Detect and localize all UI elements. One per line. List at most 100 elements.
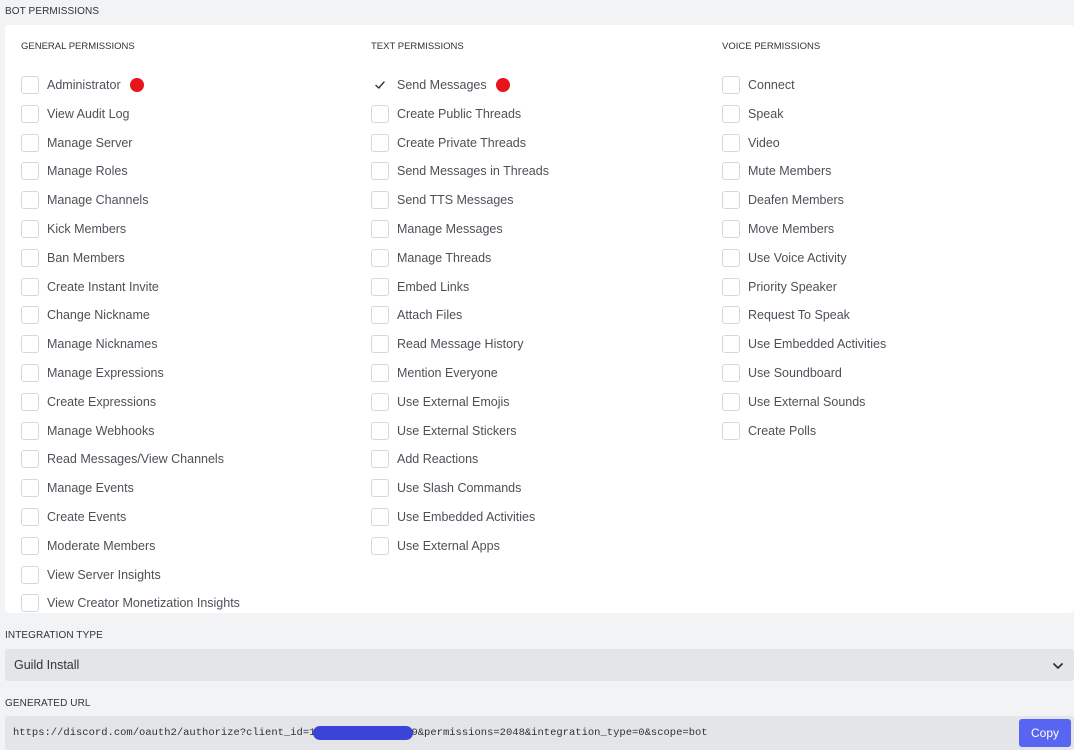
permission-row[interactable]: Manage Threads: [371, 248, 491, 268]
checkbox[interactable]: [21, 450, 39, 469]
permission-row[interactable]: Manage Channels: [21, 190, 148, 210]
checkbox[interactable]: [371, 450, 389, 469]
checkbox[interactable]: [371, 479, 389, 498]
checkbox[interactable]: [371, 364, 389, 382]
permission-row[interactable]: Use External Apps: [371, 536, 500, 556]
permission-row[interactable]: Manage Messages: [371, 219, 503, 239]
permission-row[interactable]: Video: [722, 133, 780, 153]
permission-row[interactable]: Read Message History: [371, 334, 523, 354]
checkbox[interactable]: [371, 104, 389, 123]
permission-row[interactable]: Send Messages in Threads: [371, 161, 549, 181]
permission-row[interactable]: Change Nickname: [21, 305, 150, 325]
checkbox[interactable]: [21, 594, 39, 613]
checkbox[interactable]: [722, 277, 740, 296]
checkbox[interactable]: [21, 565, 39, 584]
permission-row[interactable]: Manage Expressions: [21, 363, 164, 383]
checkbox[interactable]: [722, 191, 740, 210]
checkbox[interactable]: [722, 220, 740, 238]
checkbox[interactable]: [21, 162, 39, 181]
checkbox[interactable]: [371, 277, 389, 296]
permission-row[interactable]: Moderate Members: [21, 536, 155, 556]
permission-row[interactable]: Priority Speaker: [722, 277, 837, 297]
permission-row[interactable]: Manage Server: [21, 133, 132, 153]
permission-row[interactable]: Move Members: [722, 219, 834, 239]
integration-type-select[interactable]: Guild Install: [5, 649, 1074, 681]
checkbox[interactable]: [371, 220, 389, 238]
permission-row[interactable]: Create Polls: [722, 421, 816, 441]
permission-row[interactable]: Connect: [722, 75, 795, 95]
checkbox[interactable]: [371, 306, 389, 325]
permission-row[interactable]: Send Messages: [371, 75, 510, 95]
checkbox[interactable]: [371, 508, 389, 526]
checkbox[interactable]: [371, 421, 389, 440]
checkbox[interactable]: [21, 421, 39, 440]
checkbox[interactable]: [722, 364, 740, 382]
checkbox[interactable]: [21, 335, 39, 354]
checkbox[interactable]: [722, 104, 740, 123]
checkbox[interactable]: [371, 335, 389, 354]
permission-row[interactable]: Use External Emojis: [371, 392, 510, 412]
checkbox[interactable]: [21, 104, 39, 123]
permission-row[interactable]: Mention Everyone: [371, 363, 498, 383]
permission-row[interactable]: Use Embedded Activities: [722, 334, 886, 354]
checkbox[interactable]: [21, 508, 39, 526]
checkbox[interactable]: [371, 133, 389, 152]
permission-row[interactable]: Use Embedded Activities: [371, 507, 535, 527]
permission-row[interactable]: Create Expressions: [21, 392, 156, 412]
permission-row[interactable]: Use External Stickers: [371, 421, 516, 441]
copy-button[interactable]: Copy: [1019, 719, 1071, 747]
permission-row[interactable]: View Server Insights: [21, 565, 161, 585]
permission-row[interactable]: Deafen Members: [722, 190, 844, 210]
permission-row[interactable]: Use Voice Activity: [722, 248, 847, 268]
checkbox[interactable]: [21, 536, 39, 555]
checkbox[interactable]: [371, 392, 389, 411]
checkbox[interactable]: [21, 277, 39, 296]
permission-row[interactable]: Manage Webhooks: [21, 421, 154, 441]
checkbox[interactable]: [722, 421, 740, 440]
checkbox[interactable]: [722, 392, 740, 411]
checkbox[interactable]: [722, 76, 740, 94]
checkbox[interactable]: [21, 306, 39, 325]
permission-row[interactable]: Administrator: [21, 75, 144, 95]
permission-row[interactable]: Read Messages/View Channels: [21, 449, 224, 469]
checkbox[interactable]: [371, 162, 389, 181]
checkbox[interactable]: [21, 479, 39, 498]
permission-row[interactable]: Manage Events: [21, 478, 134, 498]
checkbox[interactable]: [21, 392, 39, 411]
checkbox[interactable]: [722, 162, 740, 181]
permission-row[interactable]: Manage Nicknames: [21, 334, 157, 354]
checkbox[interactable]: [371, 536, 389, 555]
permission-row[interactable]: Send TTS Messages: [371, 190, 514, 210]
checkbox[interactable]: [722, 306, 740, 325]
permission-row[interactable]: Create Public Threads: [371, 104, 521, 124]
permission-row[interactable]: Use Soundboard: [722, 363, 842, 383]
permission-row[interactable]: Mute Members: [722, 161, 831, 181]
generated-url-field[interactable]: https://discord.com/oauth2/authorize?cli…: [5, 716, 1074, 750]
checkbox[interactable]: [21, 133, 39, 152]
permission-row[interactable]: Ban Members: [21, 248, 125, 268]
permission-row[interactable]: Add Reactions: [371, 449, 478, 469]
checkbox[interactable]: [21, 76, 39, 94]
permission-row[interactable]: View Creator Monetization Insights: [21, 593, 240, 613]
permission-row[interactable]: View Audit Log: [21, 104, 129, 124]
permission-row[interactable]: Kick Members: [21, 219, 126, 239]
permission-row[interactable]: Request To Speak: [722, 305, 850, 325]
checkbox[interactable]: [371, 191, 389, 210]
checkbox[interactable]: [21, 248, 39, 267]
permission-row[interactable]: Manage Roles: [21, 161, 128, 181]
permission-row[interactable]: Attach Files: [371, 305, 462, 325]
checkbox[interactable]: [21, 191, 39, 210]
permission-row[interactable]: Create Private Threads: [371, 133, 526, 153]
checkbox[interactable]: [371, 248, 389, 267]
permission-row[interactable]: Embed Links: [371, 277, 469, 297]
checkbox[interactable]: [21, 220, 39, 238]
permission-row[interactable]: Use Slash Commands: [371, 478, 521, 498]
checkbox[interactable]: [21, 364, 39, 382]
checkbox[interactable]: [722, 133, 740, 152]
permission-row[interactable]: Use External Sounds: [722, 392, 865, 412]
checkbox-checked[interactable]: [371, 76, 389, 94]
permission-row[interactable]: Speak: [722, 104, 783, 124]
permission-row[interactable]: Create Events: [21, 507, 126, 527]
checkbox[interactable]: [722, 248, 740, 267]
permission-row[interactable]: Create Instant Invite: [21, 277, 159, 297]
